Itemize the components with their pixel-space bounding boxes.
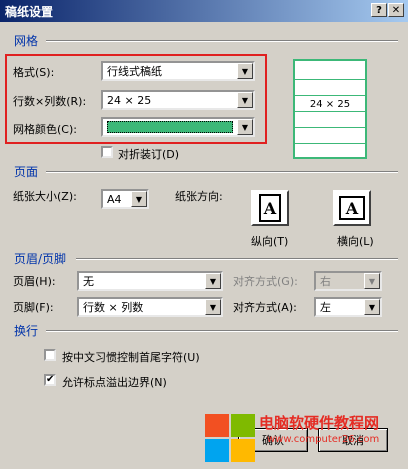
logo-quadrant bbox=[231, 414, 255, 437]
fold-label: 对折装订(D) bbox=[118, 148, 180, 161]
wrap-checkbox-2-label: 允许标点溢出边界(N) bbox=[62, 376, 167, 389]
chevron-down-icon[interactable]: ▼ bbox=[237, 92, 253, 108]
divider bbox=[46, 171, 398, 173]
grid-color-select[interactable]: ▼ bbox=[101, 117, 255, 137]
windows-logo-icon bbox=[205, 414, 257, 464]
portrait-button[interactable]: A bbox=[251, 190, 289, 226]
logo-quadrant bbox=[231, 439, 255, 462]
footer-select[interactable]: 行数 × 列数 ▼ bbox=[77, 297, 223, 317]
paper-size-value: A4 bbox=[107, 192, 122, 206]
close-icon: ✕ bbox=[391, 4, 401, 16]
chevron-down-icon[interactable]: ▼ bbox=[205, 273, 221, 289]
checkmark-icon: ✔ bbox=[46, 374, 55, 385]
logo-quadrant bbox=[205, 414, 229, 437]
watermark-title: 电脑软硬件教程网 bbox=[259, 414, 380, 432]
rows-cols-label: 行数×列数(R): bbox=[13, 95, 87, 108]
watermark-url: www.computer26.com bbox=[267, 434, 380, 445]
chevron-down-icon[interactable]: ▼ bbox=[364, 273, 380, 289]
grid-color-swatch bbox=[107, 121, 233, 133]
header-select[interactable]: 无 ▼ bbox=[77, 271, 223, 291]
landscape-button[interactable]: A bbox=[333, 190, 371, 226]
close-button[interactable]: ✕ bbox=[388, 3, 404, 17]
landscape-icon: A bbox=[339, 196, 365, 220]
header-align-select[interactable]: 右 ▼ bbox=[314, 271, 382, 291]
grid-preview: 24 × 25 bbox=[293, 59, 367, 159]
chevron-down-icon[interactable]: ▼ bbox=[364, 299, 380, 315]
rows-cols-value: 24 × 25 bbox=[107, 93, 152, 107]
format-value: 行线式稿纸 bbox=[107, 65, 162, 78]
preview-line bbox=[295, 127, 365, 128]
divider bbox=[46, 330, 398, 332]
header-footer-section-title: 页眉/页脚 bbox=[14, 252, 67, 266]
wrap-checkbox-2[interactable]: ✔ bbox=[44, 374, 56, 386]
footer-value: 行数 × 列数 bbox=[83, 301, 144, 314]
preview-line bbox=[295, 143, 365, 144]
preview-line bbox=[295, 79, 365, 80]
chevron-down-icon[interactable]: ▼ bbox=[131, 191, 147, 207]
fold-checkbox[interactable] bbox=[101, 146, 113, 158]
grid-color-label: 网格颜色(C): bbox=[13, 123, 77, 136]
format-select[interactable]: 行线式稿纸 ▼ bbox=[101, 61, 255, 81]
chevron-down-icon[interactable]: ▼ bbox=[237, 63, 253, 79]
logo-quadrant bbox=[205, 439, 229, 462]
window-title: 稿纸设置 bbox=[5, 4, 54, 19]
header-align-value: 右 bbox=[320, 275, 331, 288]
grid-section-title: 网格 bbox=[14, 34, 39, 48]
divider bbox=[76, 258, 398, 260]
rows-cols-select[interactable]: 24 × 25 ▼ bbox=[101, 90, 255, 110]
wrap-checkbox-1[interactable] bbox=[44, 349, 56, 361]
paper-size-select[interactable]: A4 ▼ bbox=[101, 189, 149, 209]
preview-line bbox=[295, 111, 365, 112]
footer-align-value: 左 bbox=[320, 301, 331, 314]
preview-label: 24 × 25 bbox=[309, 99, 351, 110]
watermark: 电脑软硬件教程网 www.computer26.com bbox=[205, 410, 408, 469]
chevron-down-icon[interactable]: ▼ bbox=[237, 119, 253, 135]
footer-align-select[interactable]: 左 ▼ bbox=[314, 297, 382, 317]
landscape-label: 横向(L) bbox=[337, 235, 374, 248]
header-value: 无 bbox=[83, 275, 94, 288]
paper-size-label: 纸张大小(Z): bbox=[13, 190, 77, 203]
header-align-label: 对齐方式(G): bbox=[233, 275, 298, 288]
divider bbox=[46, 40, 398, 42]
footer-align-label: 对齐方式(A): bbox=[233, 301, 297, 314]
title-bar: 稿纸设置 bbox=[0, 0, 408, 22]
wrap-checkbox-1-label: 按中文习惯控制首尾字符(U) bbox=[62, 351, 200, 364]
preview-line bbox=[295, 95, 365, 96]
wrap-section-title: 换行 bbox=[14, 324, 39, 338]
format-label: 格式(S): bbox=[13, 66, 55, 79]
portrait-label: 纵向(T) bbox=[251, 235, 289, 248]
help-button[interactable]: ? bbox=[371, 3, 387, 17]
portrait-icon: A bbox=[259, 194, 281, 222]
header-label: 页眉(H): bbox=[13, 275, 56, 288]
footer-label: 页脚(F): bbox=[13, 301, 54, 314]
page-section-title: 页面 bbox=[14, 165, 39, 179]
chevron-down-icon[interactable]: ▼ bbox=[205, 299, 221, 315]
orientation-label: 纸张方向: bbox=[175, 190, 223, 203]
